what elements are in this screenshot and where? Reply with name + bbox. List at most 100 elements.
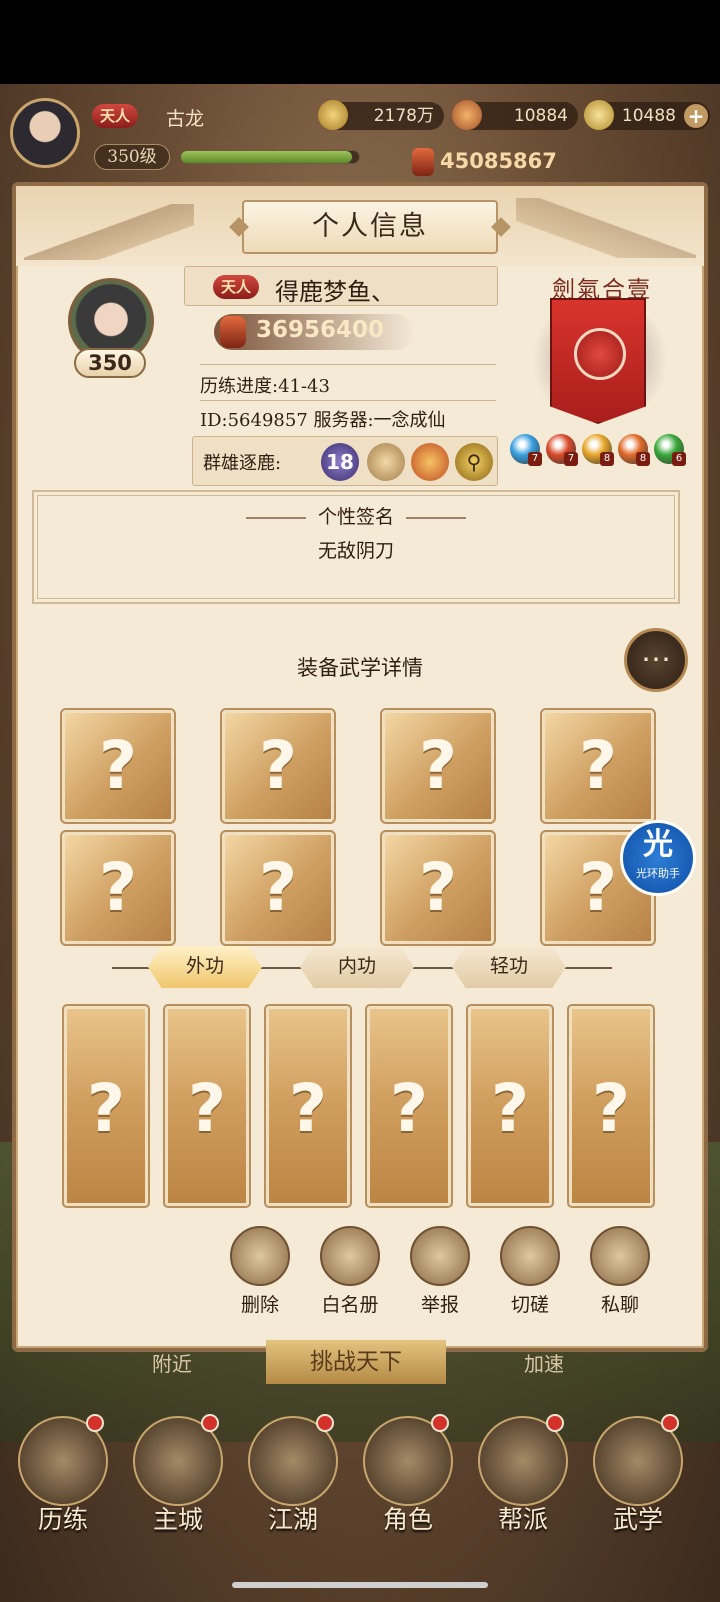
divider	[200, 364, 496, 365]
red-gem-icon[interactable]: 7	[546, 434, 578, 466]
player-level: 350级	[94, 144, 170, 170]
qunxiong-label: 群雄逐鹿:	[203, 453, 282, 474]
nav-label: 角色	[382, 1505, 433, 1534]
gold-value: 10488	[621, 106, 676, 126]
action-label: 白名册	[321, 1294, 379, 1316]
copper-value: 2178万	[373, 106, 434, 126]
nav-guild[interactable]: 帮派	[468, 1414, 578, 1536]
empty-equip-slot[interactable]: ?	[540, 708, 656, 824]
notification-dot	[201, 1414, 219, 1432]
action-label: 私聊	[600, 1294, 639, 1316]
empty-equip-slot[interactable]: ?	[220, 830, 336, 946]
equip-title: 装备武学详情	[297, 656, 423, 680]
divider	[200, 400, 496, 401]
copper-resource: 2178万	[318, 100, 444, 130]
tab-neigong[interactable]: 内功	[300, 946, 414, 988]
report-book-button[interactable]: 举报	[400, 1226, 480, 1316]
empty-martial-card[interactable]: ?	[62, 1004, 150, 1208]
green-gem-icon[interactable]: 6	[654, 434, 686, 466]
whitelist-book-icon	[320, 1226, 380, 1286]
exp-bar	[180, 150, 360, 164]
gem-level: 6	[672, 452, 686, 466]
crossed-axes-icon[interactable]	[411, 443, 449, 481]
copper-coin-icon	[318, 100, 348, 130]
rank-badge: 天人	[92, 104, 139, 128]
empty-martial-card[interactable]: ?	[466, 1004, 554, 1208]
empty-equip-slot[interactable]: ?	[60, 830, 176, 946]
gem-level: 7	[528, 452, 542, 466]
behind-panel-row: 附近 挑战天下 加速	[0, 1340, 720, 1388]
profile-name-row: 天人 得鹿梦鱼、	[184, 266, 498, 306]
signature-title: 个性签名	[34, 502, 678, 529]
empty-equip-slot[interactable]: ?	[380, 830, 496, 946]
nav-label: 江湖	[267, 1505, 318, 1534]
player-name: 古龙	[166, 108, 205, 130]
home-indicator	[232, 1582, 488, 1588]
orange-gem-icon[interactable]: 8	[618, 434, 650, 466]
gold-ingot-icon	[584, 100, 614, 130]
dragon-emblem-icon	[574, 328, 626, 380]
gem-level: 7	[564, 452, 578, 466]
profile-panel: 个人信息 350 天人 得鹿梦鱼、 36956400 历练进度:41-43 ID…	[12, 182, 708, 1352]
action-label: 切磋	[510, 1294, 549, 1316]
challenge-world-button[interactable]: 挑战天下	[266, 1340, 446, 1384]
signature-title-text: 个性签名	[317, 506, 394, 528]
notification-dot	[316, 1414, 334, 1432]
nav-label: 历练	[37, 1505, 88, 1534]
empty-martial-card[interactable]: ?	[163, 1004, 251, 1208]
qunxiong-rank-badge[interactable]: 18	[321, 443, 359, 481]
power-icon	[220, 316, 246, 348]
gold-resource: 10488 +	[584, 100, 710, 130]
qunxiong-row: 群雄逐鹿: 18 ⚲	[192, 436, 498, 486]
nav-character[interactable]: 角色	[353, 1414, 463, 1536]
panel-title: 个人信息	[242, 200, 498, 254]
tab-qinggong[interactable]: 轻功	[452, 946, 566, 988]
speedup-label[interactable]: 加速	[524, 1348, 564, 1377]
nav-training[interactable]: 历练	[8, 1414, 118, 1536]
ingot-icon	[452, 100, 482, 130]
delete-user-button[interactable]: 删除	[220, 1226, 300, 1316]
wings-medal-icon[interactable]	[367, 443, 405, 481]
gold-gem-icon[interactable]: 8	[582, 434, 614, 466]
signature-box: 个性签名 无敌阴刀	[32, 490, 680, 604]
empty-martial-card[interactable]: ?	[567, 1004, 655, 1208]
id-server: ID:5649857 服务器:一念成仙	[200, 410, 446, 431]
ingot-resource: 10884	[452, 100, 578, 130]
ingot-value: 10884	[513, 106, 568, 126]
spar-icon	[500, 1226, 560, 1286]
private-chat-button[interactable]: 私聊	[580, 1226, 660, 1316]
guanghuan-assistant-badge[interactable]: 光 光环助手	[620, 820, 696, 896]
training-progress: 历练进度:41-43	[200, 376, 330, 397]
profile-power-value: 36956400	[256, 317, 385, 343]
red-banner	[550, 298, 646, 424]
notification-dot	[546, 1414, 564, 1432]
private-chat-icon	[590, 1226, 650, 1286]
empty-martial-card[interactable]: ?	[264, 1004, 352, 1208]
profile-rank-badge: 天人	[213, 275, 260, 299]
player-avatar[interactable]	[10, 98, 80, 168]
gem-level: 8	[636, 452, 650, 466]
empty-martial-card[interactable]: ?	[365, 1004, 453, 1208]
whitelist-book-button[interactable]: 白名册	[310, 1226, 390, 1316]
guanghuan-logo: 光	[643, 827, 673, 862]
search-icon[interactable]: ⚲	[455, 443, 493, 481]
guanghuan-label: 光环助手	[636, 867, 680, 880]
nav-city[interactable]: 主城	[123, 1414, 233, 1536]
nearby-label[interactable]: 附近	[152, 1348, 192, 1377]
sect-banner[interactable]	[520, 298, 680, 428]
mountain-ornament-left	[24, 204, 194, 260]
action-label: 删除	[240, 1294, 279, 1316]
nav-jianghu[interactable]: 江湖	[238, 1414, 348, 1536]
blue-gem-icon[interactable]: 7	[510, 434, 542, 466]
tab-waigong[interactable]: 外功	[148, 946, 262, 988]
add-currency-button[interactable]: +	[684, 104, 708, 128]
bottom-nav: 历练 主城 江湖 角色 帮派 武学	[0, 1396, 720, 1546]
empty-equip-slot[interactable]: ?	[60, 708, 176, 824]
spar-button[interactable]: 切磋	[490, 1226, 570, 1316]
empty-equip-slot[interactable]: ?	[220, 708, 336, 824]
nav-martial-scroll[interactable]: 武学	[583, 1414, 693, 1536]
chat-bubble-button[interactable]: ⋯	[624, 628, 688, 692]
empty-equip-slot[interactable]: ?	[380, 708, 496, 824]
signature-text: 无敌阴刀	[317, 540, 394, 562]
nav-label: 主城	[152, 1505, 203, 1534]
